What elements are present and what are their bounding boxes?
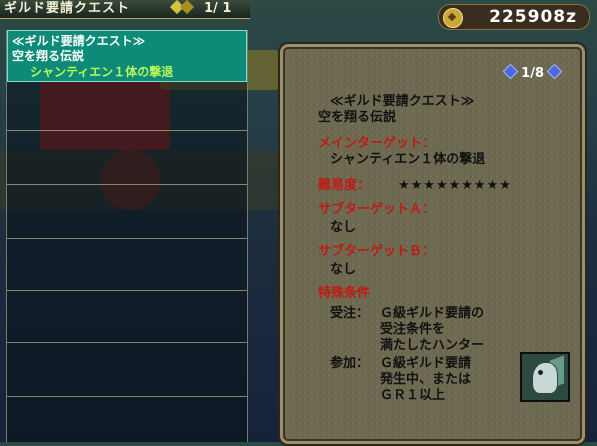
quest-category-header: ギルド要請クエスト 1/ 1	[0, 0, 250, 19]
money-amount: 225908z	[489, 7, 577, 27]
sub-target-a-label: サブターゲットＡ：	[318, 202, 436, 217]
sub-target-a-value: なし	[330, 220, 357, 235]
list-divider	[7, 290, 247, 291]
header-diamond-icon	[179, 0, 195, 15]
sub-target-b-label: サブターゲットＢ：	[318, 244, 436, 259]
sub-target-b-value: なし	[330, 262, 357, 277]
page-prev-icon[interactable]	[502, 63, 519, 80]
monster-head	[532, 362, 558, 394]
accept-condition-3: 満たしたハンター	[380, 338, 485, 353]
quest-name: 空を翔る伝説	[12, 49, 85, 63]
quest-category: ≪ギルド要請クエスト≫	[12, 34, 146, 48]
accept-label: 受注：	[330, 306, 370, 321]
quest-list-item-selected[interactable]: ≪ギルド要請クエスト≫ 空を翔る伝説 シャンティエン１体の撃退	[7, 30, 247, 82]
page-number: 1/8	[521, 66, 544, 81]
detail-category: ≪ギルド要請クエスト≫	[330, 94, 475, 109]
list-divider	[7, 238, 247, 239]
list-divider	[7, 184, 247, 185]
money-display: 225908z	[438, 4, 590, 30]
page-indicator[interactable]: 1/8	[500, 63, 565, 81]
monster-eye	[538, 370, 543, 375]
list-divider	[7, 130, 247, 131]
list-divider	[7, 342, 247, 343]
join-label: 参加：	[330, 356, 370, 371]
main-target-value: シャンティエン１体の撃退	[330, 152, 486, 167]
monster-icon	[520, 352, 570, 402]
list-divider	[7, 396, 247, 397]
header-title: ギルド要請クエスト	[4, 1, 131, 16]
difficulty-label: 難易度：	[318, 178, 371, 193]
join-condition-2: 発生中、または	[380, 372, 472, 387]
join-condition-3: ＧＲ１以上	[380, 388, 446, 403]
accept-condition-2: 受注条件を	[380, 322, 446, 337]
join-condition-1: Ｇ級ギルド要請	[380, 356, 472, 371]
quest-objective: シャンティエン１体の撃退	[30, 65, 174, 79]
difficulty-stars: ★★★★★★★★★	[398, 178, 512, 193]
special-conditions-label: 特殊条件	[318, 286, 371, 301]
main-target-label: メインターゲット：	[318, 136, 436, 151]
page-next-icon[interactable]	[546, 63, 563, 80]
detail-quest-name: 空を翔る伝説	[318, 110, 397, 125]
accept-condition-1: Ｇ級ギルド要請の	[380, 306, 485, 321]
coin-icon	[443, 8, 463, 28]
quest-count: 1/ 1	[204, 1, 232, 16]
quest-list: ≪ギルド要請クエスト≫ 空を翔る伝説 シャンティエン１体の撃退	[6, 30, 248, 442]
